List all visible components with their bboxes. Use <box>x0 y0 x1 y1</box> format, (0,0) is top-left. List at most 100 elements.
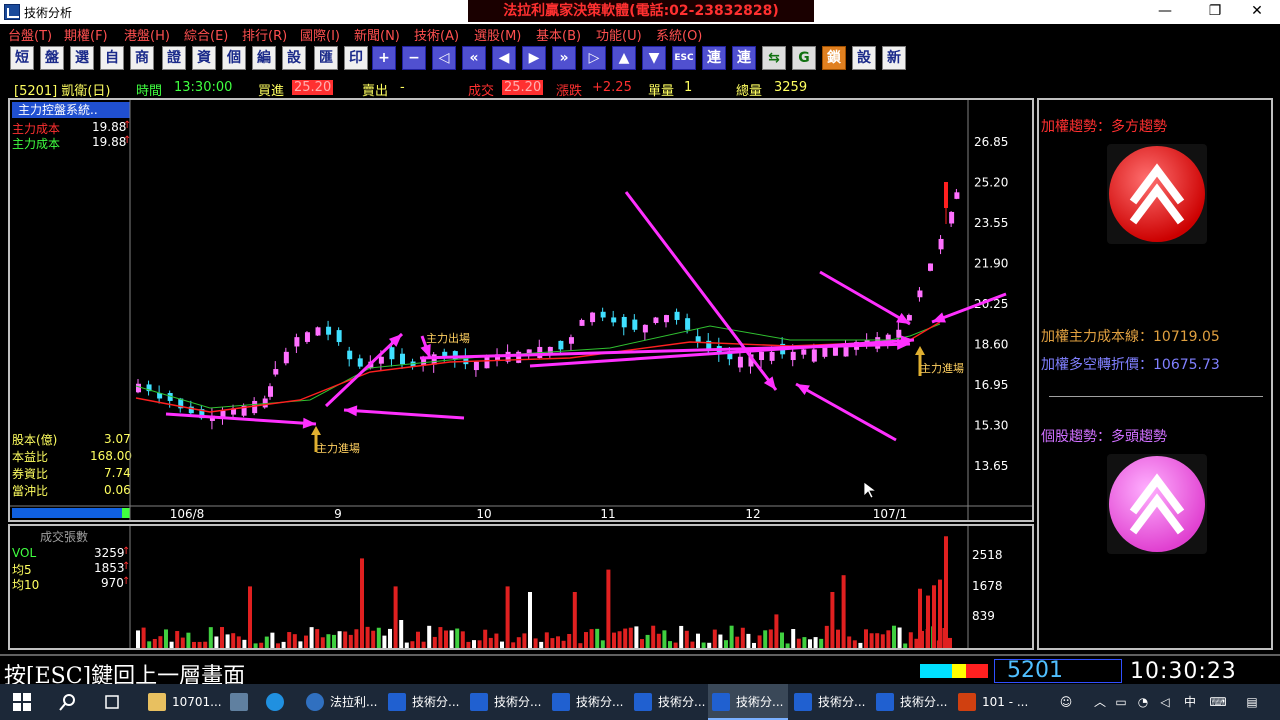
volume-bar <box>528 592 532 648</box>
volume-bar <box>892 625 896 648</box>
short-icon[interactable]: 短 <box>10 46 34 70</box>
g-icon[interactable]: G <box>792 46 816 70</box>
volume-bar <box>567 633 572 648</box>
volume-icon[interactable]: ◁ <box>1156 684 1174 720</box>
annotation-entry-1: 主力進場 <box>316 442 360 455</box>
taskbar-item[interactable]: 技術分... <box>630 684 708 720</box>
taskbar-item[interactable]: 101 - ... <box>954 684 1034 720</box>
volume-bar <box>584 632 588 648</box>
taskbar-item[interactable] <box>226 684 260 720</box>
link2-icon[interactable]: 連 <box>732 46 756 70</box>
close-button[interactable]: ✕ <box>1234 0 1280 24</box>
taskbar-item[interactable]: 技術分... <box>708 684 788 720</box>
plus-icon[interactable]: + <box>372 46 396 70</box>
start-button[interactable] <box>0 684 44 720</box>
left-end-icon[interactable]: ◁ <box>432 46 456 70</box>
volume-bar <box>281 641 286 648</box>
taskbar-item[interactable]: 技術分... <box>548 684 626 720</box>
funds-icon[interactable]: 資 <box>192 46 216 70</box>
volume-bar <box>320 637 325 648</box>
volume-bar <box>444 630 448 648</box>
left-icon[interactable]: ◀ <box>492 46 516 70</box>
down-icon[interactable]: ▼ <box>642 46 666 70</box>
ime-indicator[interactable]: 中 <box>1180 684 1200 720</box>
volume-bar <box>309 627 314 648</box>
left-double-icon[interactable]: « <box>462 46 486 70</box>
taskbar-item[interactable]: 技術分... <box>790 684 868 720</box>
volume-bar <box>724 640 728 648</box>
stock-code-input[interactable]: 5201 <box>994 659 1122 683</box>
taskbar-item[interactable]: 技術分... <box>466 684 544 720</box>
taskbar-item[interactable]: 法拉利... <box>302 684 380 720</box>
right-icon[interactable]: ▶ <box>522 46 546 70</box>
taskbar-item[interactable] <box>262 684 298 720</box>
settings-icon[interactable]: 設 <box>282 46 306 70</box>
volume-bar <box>932 585 936 648</box>
taskbar-item[interactable]: 10701... <box>144 684 222 720</box>
price-chart[interactable]: 26.8525.2023.5521.9020.2518.6016.9515.30… <box>10 100 1032 520</box>
price-chart-panel[interactable]: 主力控盤系統.. 主力成本 19.88 ↑ 主力成本 19.88 ↑ 股本(億)… <box>8 98 1034 522</box>
export-icon[interactable]: 匯 <box>314 46 338 70</box>
edit-icon[interactable]: 編 <box>252 46 276 70</box>
candle-body <box>590 312 596 323</box>
volume-bar <box>875 633 880 648</box>
bid-label: 買進 <box>258 84 285 99</box>
link-icon[interactable]: 連 <box>702 46 726 70</box>
keyboard-icon[interactable]: ⌨ <box>1208 684 1228 720</box>
config-icon[interactable]: 設 <box>852 46 876 70</box>
candle-body <box>347 350 353 360</box>
candle-body <box>336 330 342 343</box>
maximize-button[interactable]: ❐ <box>1192 0 1238 24</box>
individual-icon[interactable]: 個 <box>222 46 246 70</box>
volume-bar <box>220 627 224 648</box>
minus-icon[interactable]: − <box>402 46 426 70</box>
volume-bar <box>628 627 633 648</box>
volume-bar <box>701 642 706 648</box>
minimize-button[interactable]: — <box>1142 0 1188 24</box>
self-icon[interactable]: 自 <box>100 46 124 70</box>
right-double-icon[interactable]: » <box>552 46 576 70</box>
vol-y-tick-label: 2518 <box>972 548 1003 562</box>
volume-bar <box>136 630 140 648</box>
wifi-icon[interactable]: ◔ <box>1134 684 1152 720</box>
candle-body <box>685 318 691 330</box>
volume-bar <box>287 632 292 648</box>
new-icon[interactable]: 新 <box>882 46 906 70</box>
taskbar-item[interactable]: 技術分... <box>872 684 950 720</box>
tray-chevron-icon[interactable]: ︿ <box>1090 684 1110 720</box>
volume-chart[interactable]: 2518 1678 839 <box>10 526 1032 648</box>
taskbar-item[interactable]: 技術分... <box>384 684 462 720</box>
taskbar-item-label: 技術分... <box>736 695 784 709</box>
lock-icon[interactable]: 鎖 <box>822 46 846 70</box>
volume-chart-panel[interactable]: 成交張數 VOL 3259 ↑ 均5 1853 ↑ 均10 970 ↑ 2518… <box>8 524 1034 650</box>
securities-icon[interactable]: 證 <box>162 46 186 70</box>
ask-value: - <box>400 80 405 95</box>
commerce-icon[interactable]: 商 <box>130 46 154 70</box>
volume-bar <box>276 643 280 648</box>
people-icon[interactable]: ☺ <box>1054 684 1078 720</box>
volume-bar <box>858 642 863 648</box>
notification-icon[interactable]: ▤ <box>1240 684 1264 720</box>
bull-trend-red-icon <box>1109 146 1205 242</box>
volume-bar <box>752 642 756 648</box>
candle-body <box>674 311 680 320</box>
candle-body <box>801 349 807 355</box>
volume-bar <box>948 637 952 648</box>
annotation-arrow <box>165 412 317 426</box>
status-color-red <box>966 664 988 678</box>
select-icon[interactable]: 選 <box>70 46 94 70</box>
candle-body <box>642 324 648 333</box>
divider <box>1049 396 1263 397</box>
volume-bar <box>158 636 163 648</box>
task-view-button[interactable] <box>92 684 132 720</box>
print-icon[interactable]: 印 <box>344 46 368 70</box>
volume-bar <box>830 592 835 648</box>
right-end-icon[interactable]: ▷ <box>582 46 606 70</box>
switch-icon[interactable]: ⇆ <box>762 46 786 70</box>
battery-icon[interactable]: ▭ <box>1112 684 1130 720</box>
esc-icon[interactable]: ESC <box>672 46 696 70</box>
volume-bar <box>600 640 605 648</box>
search-button[interactable] <box>48 684 88 720</box>
up-icon[interactable]: ▲ <box>612 46 636 70</box>
board-icon[interactable]: 盤 <box>40 46 64 70</box>
